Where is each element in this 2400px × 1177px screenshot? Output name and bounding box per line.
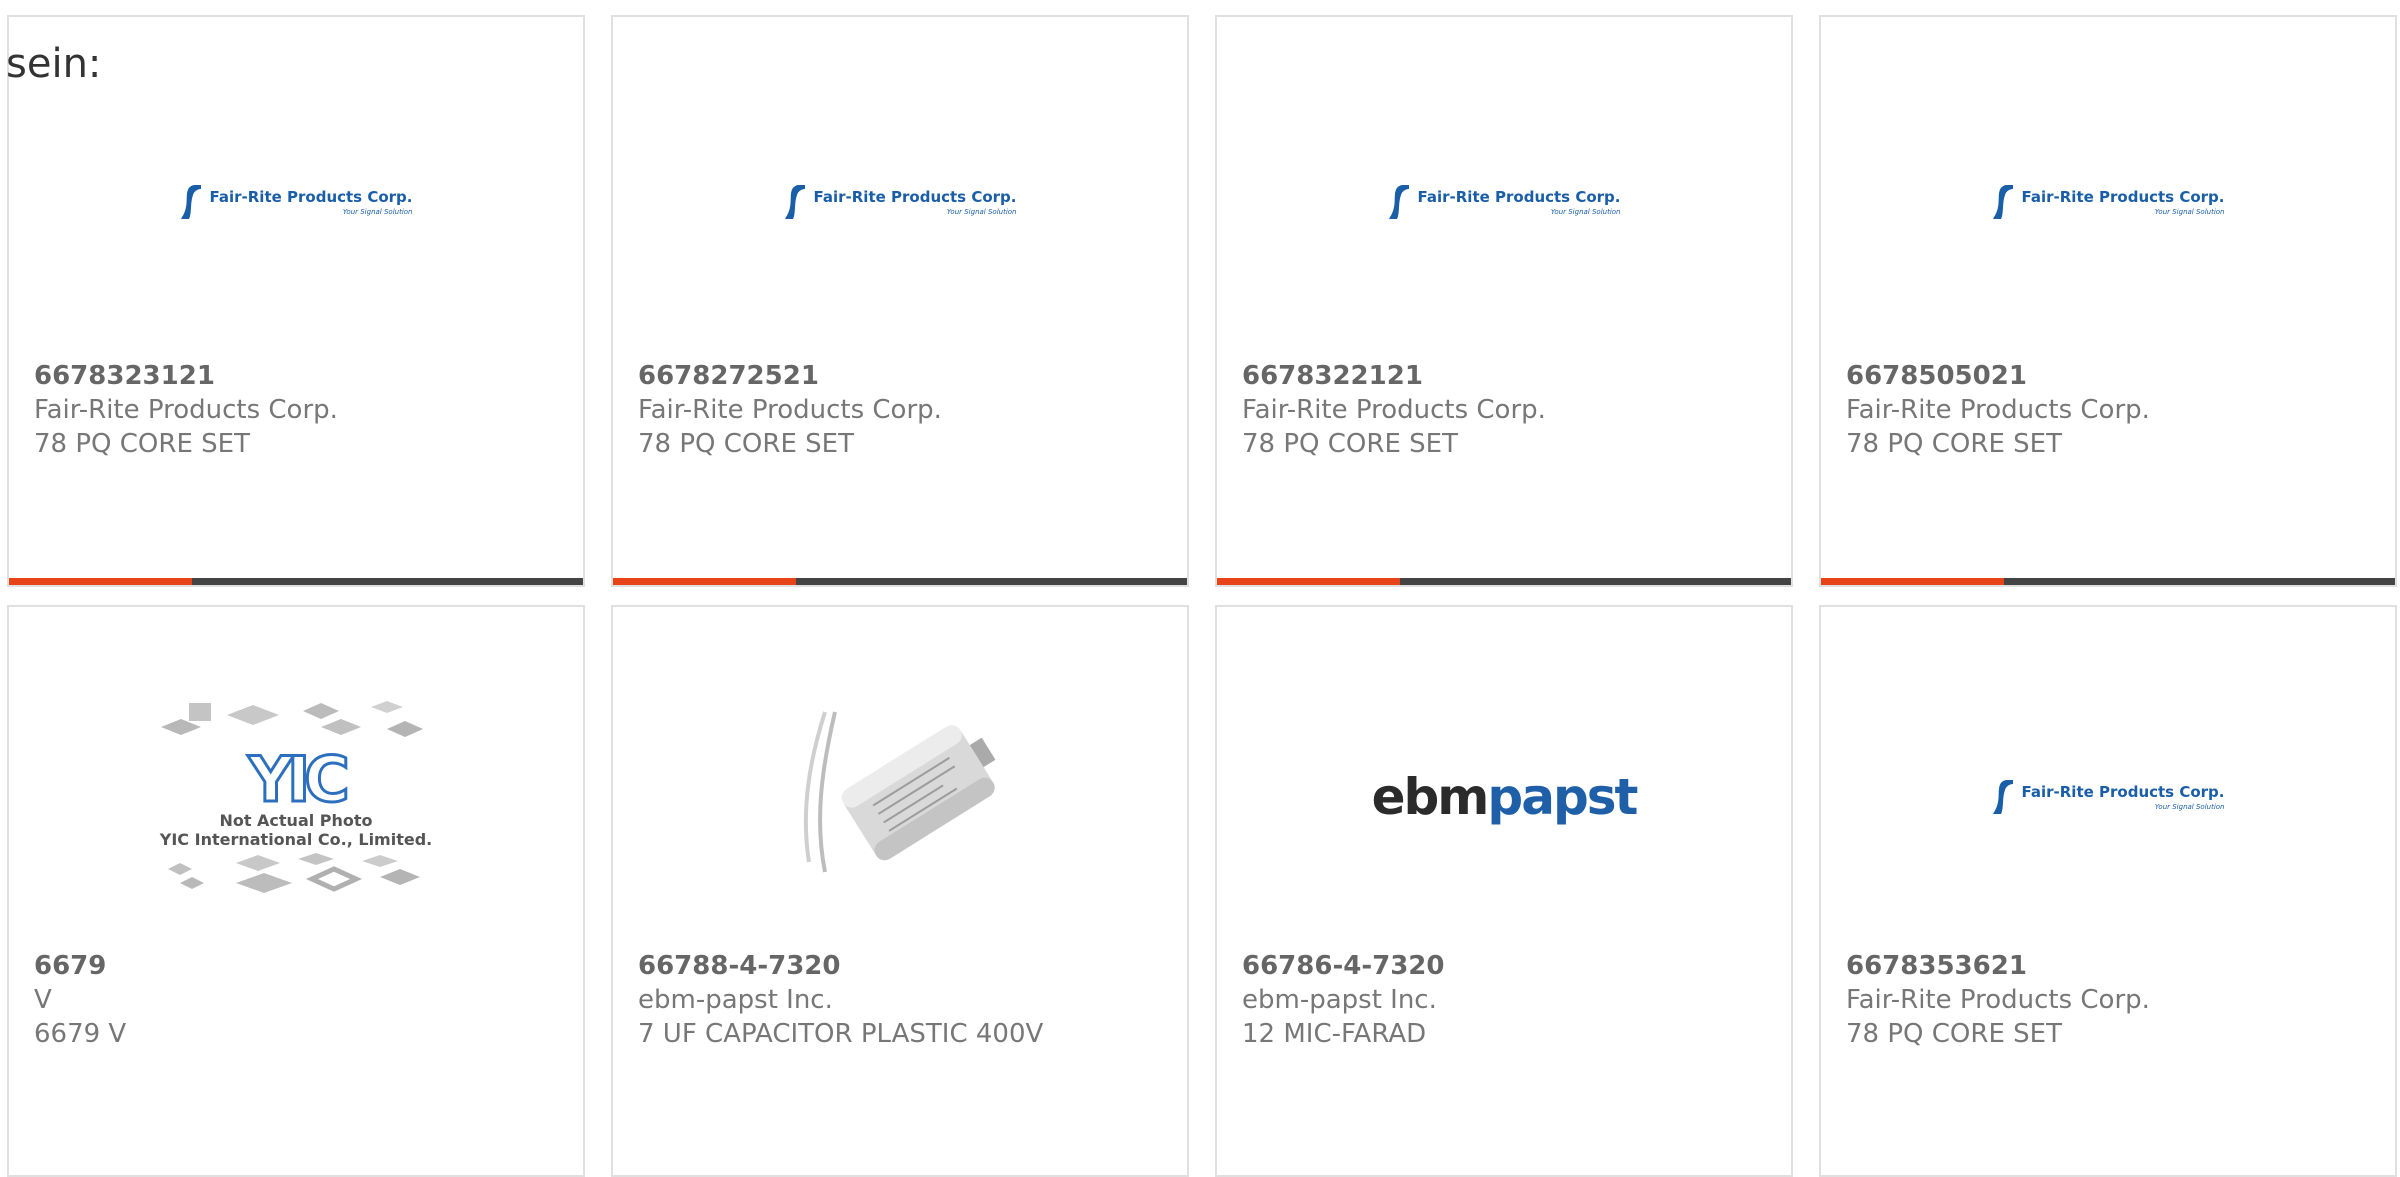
manufacturer: Fair-Rite Products Corp. xyxy=(1846,985,2150,1015)
part-number[interactable]: 6678272521 xyxy=(638,359,1177,393)
product-card[interactable]: Fair-Rite Products Corp. Your Signal Solu… xyxy=(1819,605,2397,1177)
fairrite-logo-name: Fair-Rite Products Corp. xyxy=(2021,783,2225,801)
ebmpapst-logo-part1: ebm xyxy=(1371,768,1490,826)
fairrite-logo-tagline: Your Signal Solution xyxy=(342,208,413,216)
fairrite-logo-tagline: Your Signal Solution xyxy=(2154,803,2225,811)
ebmpapst-logo: ebmpapst xyxy=(1371,768,1639,826)
product-card[interactable]: Fair-Rite Products Corp. Your Signal Solu… xyxy=(7,15,585,587)
capacitor-photo xyxy=(795,692,1005,902)
fairrite-logo-name: Fair-Rite Products Corp. xyxy=(209,188,413,206)
product-image: ebmpapst xyxy=(1217,662,1791,932)
intro-text: sein: xyxy=(6,41,102,87)
card-bar-accent xyxy=(9,578,192,585)
fairrite-logo: Fair-Rite Products Corp. Your Signal Solu… xyxy=(1992,778,2225,816)
fairrite-logo-tagline: Your Signal Solution xyxy=(2154,208,2225,216)
manufacturer: ebm-papst Inc. xyxy=(1242,985,1437,1015)
fairrite-mark-icon xyxy=(1992,780,2013,814)
part-number[interactable]: 6678322121 xyxy=(1242,359,1781,393)
fairrite-logo: Fair-Rite Products Corp. Your Signal Solu… xyxy=(784,183,1017,221)
product-image: Fair-Rite Products Corp. Your Signal Solu… xyxy=(9,77,583,327)
product-card[interactable]: Fair-Rite Products Corp. Your Signal Solu… xyxy=(611,15,1189,587)
fairrite-logo: Fair-Rite Products Corp. Your Signal Solu… xyxy=(1388,183,1621,221)
manufacturer: Fair-Rite Products Corp. xyxy=(1846,395,2150,425)
description: 7 UF CAPACITOR PLASTIC 400V xyxy=(638,1019,1044,1049)
manufacturer: Fair-Rite Products Corp. xyxy=(638,395,942,425)
part-number[interactable]: 66788-4-7320 xyxy=(638,949,1177,983)
fairrite-logo-tagline: Your Signal Solution xyxy=(946,208,1017,216)
card-bar xyxy=(613,578,1187,585)
part-number[interactable]: 66786-4-7320 xyxy=(1242,949,1781,983)
yic-placeholder-image: YIC Not Actual Photo YIC International C… xyxy=(160,697,432,897)
part-number[interactable]: 6679 xyxy=(34,949,573,983)
fairrite-mark-icon xyxy=(1388,185,1409,219)
yic-logo: YIC xyxy=(247,743,352,816)
product-card[interactable]: YIC Not Actual Photo YIC International C… xyxy=(7,605,585,1177)
card-bar xyxy=(1217,578,1791,585)
fairrite-logo-tagline: Your Signal Solution xyxy=(1550,208,1621,216)
card-bar xyxy=(1821,578,2395,585)
product-card[interactable]: 66788-4-7320 ebm-papst Inc. 7 UF CAPACIT… xyxy=(611,605,1189,1177)
chip-packages-icon xyxy=(161,701,423,737)
card-bar-accent xyxy=(1217,578,1400,585)
part-number[interactable]: 6678505021 xyxy=(1846,359,2385,393)
product-image: YIC Not Actual Photo YIC International C… xyxy=(9,662,583,932)
description: 78 PQ CORE SET xyxy=(34,429,250,459)
fairrite-logo-name: Fair-Rite Products Corp. xyxy=(1417,188,1621,206)
card-bar-accent xyxy=(1821,578,2004,585)
product-card[interactable]: ebmpapst 66786-4-7320 ebm-papst Inc. 12 … xyxy=(1215,605,1793,1177)
description: 78 PQ CORE SET xyxy=(1846,1019,2062,1049)
product-image: Fair-Rite Products Corp. Your Signal Solu… xyxy=(1821,662,2395,932)
manufacturer: Fair-Rite Products Corp. xyxy=(1242,395,1546,425)
product-image xyxy=(613,662,1187,932)
product-card[interactable]: Fair-Rite Products Corp. Your Signal Solu… xyxy=(1215,15,1793,587)
part-number[interactable]: 6678323121 xyxy=(34,359,573,393)
fairrite-mark-icon xyxy=(1992,185,2013,219)
product-image: Fair-Rite Products Corp. Your Signal Solu… xyxy=(1821,77,2395,327)
fairrite-logo-name: Fair-Rite Products Corp. xyxy=(2021,188,2225,206)
description: 12 MIC-FARAD xyxy=(1242,1019,1427,1049)
product-image: Fair-Rite Products Corp. Your Signal Solu… xyxy=(613,77,1187,327)
product-image: Fair-Rite Products Corp. Your Signal Solu… xyxy=(1217,77,1791,327)
description: 6679 V xyxy=(34,1019,127,1049)
fairrite-logo-name: Fair-Rite Products Corp. xyxy=(813,188,1017,206)
fairrite-logo: Fair-Rite Products Corp. Your Signal Solu… xyxy=(180,183,413,221)
part-number[interactable]: 6678353621 xyxy=(1846,949,2385,983)
description: 78 PQ CORE SET xyxy=(1242,429,1458,459)
card-bar-accent xyxy=(613,578,796,585)
fairrite-mark-icon xyxy=(784,185,805,219)
manufacturer: Fair-Rite Products Corp. xyxy=(34,395,338,425)
fairrite-logo: Fair-Rite Products Corp. Your Signal Solu… xyxy=(1992,183,2225,221)
description: 78 PQ CORE SET xyxy=(638,429,854,459)
yic-note-line1: Not Actual Photo xyxy=(219,811,373,830)
manufacturer: ebm-papst Inc. xyxy=(638,985,833,1015)
manufacturer: V xyxy=(34,985,52,1015)
card-bar xyxy=(9,578,583,585)
description: 78 PQ CORE SET xyxy=(1846,429,2062,459)
ebmpapst-logo-part2: papst xyxy=(1487,768,1638,826)
chip-packages-icon xyxy=(168,853,420,893)
fairrite-mark-icon xyxy=(180,185,201,219)
product-card[interactable]: Fair-Rite Products Corp. Your Signal Solu… xyxy=(1819,15,2397,587)
yic-note-line2: YIC International Co., Limited. xyxy=(159,830,433,849)
